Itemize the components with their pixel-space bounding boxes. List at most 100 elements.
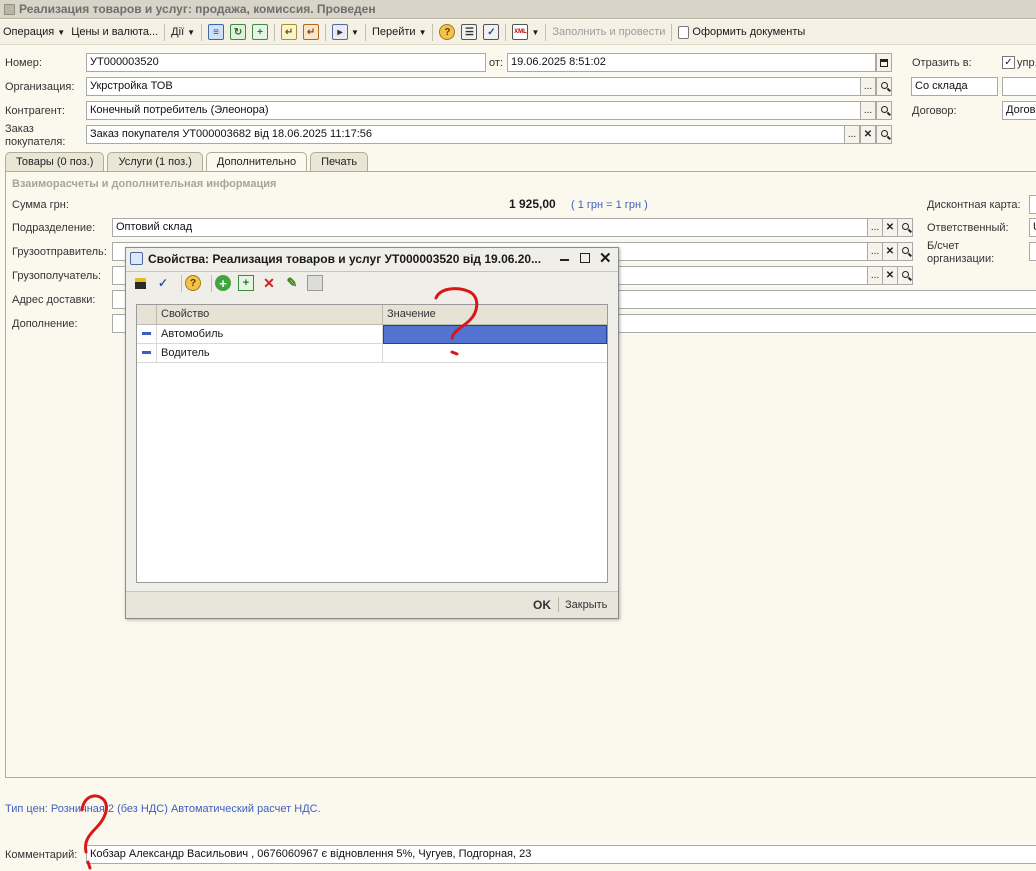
tab-services[interactable]: Услуги (1 поз.) xyxy=(107,152,203,171)
shipper-label: Грузоотправитель: xyxy=(12,246,107,258)
consignee-open-button[interactable] xyxy=(897,266,913,285)
magnifier-icon xyxy=(880,130,888,137)
addition-label: Дополнение: xyxy=(12,318,78,330)
save-icon[interactable] xyxy=(132,275,148,291)
toolbar-separator xyxy=(505,23,507,41)
dialog-title: Свойства: Реализация товаров и услуг УТ0… xyxy=(148,252,542,266)
table-row-property[interactable]: Автомобиль xyxy=(157,325,383,344)
copy-icon[interactable]: + xyxy=(252,24,269,40)
dept-clear-button[interactable]: ✕ xyxy=(882,218,898,237)
structure-icon[interactable]: ☰ xyxy=(461,24,478,40)
sum-label: Сумма грн: xyxy=(12,199,69,211)
goto-menu[interactable]: Перейти ▼ xyxy=(369,21,430,44)
shipper-select-button[interactable]: ... xyxy=(867,242,883,261)
post-document-icon[interactable]: ↵ xyxy=(281,24,298,40)
close-icon[interactable]: ✕ xyxy=(599,249,612,267)
calendar-icon xyxy=(880,58,888,67)
order-label-line2: покупателя: xyxy=(5,136,66,148)
operation-menu[interactable]: Операция ▼ xyxy=(0,21,68,44)
refresh-icon[interactable]: ↻ xyxy=(230,24,247,40)
contract-input[interactable]: Догов xyxy=(1002,101,1036,120)
window-title: Реализация товаров и услуг: продажа, ком… xyxy=(19,2,376,16)
order-open-button[interactable] xyxy=(876,125,892,144)
chevron-down-icon: ▼ xyxy=(57,27,66,37)
order-select-button[interactable]: ... xyxy=(844,125,860,144)
dept-input[interactable]: Оптовий склад xyxy=(112,218,868,237)
warehouse-detail-input[interactable] xyxy=(1002,77,1036,96)
based-on-icon[interactable]: ▸ xyxy=(332,24,349,40)
make-docs-button[interactable]: Оформить документы xyxy=(692,21,808,44)
dept-open-button[interactable] xyxy=(897,218,913,237)
actions-menu-label: Дії xyxy=(171,25,185,38)
reflect-upr-label: упр. xyxy=(1017,57,1036,69)
discount-card-input[interactable] xyxy=(1029,195,1036,214)
edit-icon[interactable]: ✎ xyxy=(284,275,300,291)
address-label: Адрес доставки: xyxy=(12,294,96,306)
date-input[interactable]: 19.06.2025 8:51:02 xyxy=(507,53,876,72)
table-row-value[interactable] xyxy=(383,344,607,363)
shipper-clear-button[interactable]: ✕ xyxy=(882,242,898,261)
shipper-open-button[interactable] xyxy=(897,242,913,261)
toolbar-separator xyxy=(432,23,434,41)
help-icon[interactable]: ? xyxy=(185,275,201,291)
contractor-select-button[interactable]: ... xyxy=(860,101,876,120)
price-type-link[interactable]: Тип цен: Розничная 2 (без НДС) Автоматич… xyxy=(5,803,321,815)
org-open-button[interactable] xyxy=(876,77,892,96)
consignee-select-button[interactable]: ... xyxy=(867,266,883,285)
table-row-property[interactable]: Водитель xyxy=(157,344,383,363)
document-list-icon[interactable]: ≡ xyxy=(208,24,225,40)
column-header-value[interactable]: Значение xyxy=(383,305,607,325)
ok-button[interactable]: OK xyxy=(533,598,551,612)
copy-icon[interactable]: + xyxy=(238,275,254,291)
table-row-value-selected[interactable] xyxy=(383,325,607,344)
checkbox-icon[interactable]: ✓ xyxy=(1002,56,1015,69)
delete-icon[interactable]: ✕ xyxy=(261,275,277,291)
order-clear-button[interactable]: ✕ xyxy=(860,125,876,144)
dialog-footer: OK Закрыть xyxy=(126,591,618,618)
table-settings-icon[interactable] xyxy=(307,275,323,291)
maximize-icon[interactable] xyxy=(580,253,590,263)
chevron-down-icon: ▼ xyxy=(418,27,427,37)
help-circle-icon[interactable]: ? xyxy=(439,24,456,40)
checklist-icon[interactable]: ✓ xyxy=(483,24,500,40)
order-input[interactable]: Заказ покупателя УТ000003682 від 18.06.2… xyxy=(86,125,845,144)
actions-menu[interactable]: Дії ▼ xyxy=(168,21,198,44)
org-input[interactable]: Укрстройка ТОВ xyxy=(86,77,861,96)
clear-icon: ✕ xyxy=(863,129,873,140)
dialog-title-bar: Свойства: Реализация товаров и услуг УТ0… xyxy=(126,248,618,270)
chevron-down-icon: ▼ xyxy=(351,27,359,37)
number-input[interactable]: УТ000003520 xyxy=(86,53,486,72)
clear-icon: ✕ xyxy=(885,222,895,233)
sum-value: 1 925,00 xyxy=(509,197,556,211)
add-icon[interactable]: + xyxy=(215,275,231,291)
toolbar-separator xyxy=(545,23,547,41)
consignee-label: Грузополучатель: xyxy=(12,270,102,282)
close-button[interactable]: Закрыть xyxy=(565,599,607,611)
tab-goods[interactable]: Товары (0 поз.) xyxy=(5,152,105,171)
comment-input[interactable]: Кобзар Александр Васильович , 0676060967… xyxy=(86,845,1036,864)
responsible-input[interactable]: U xyxy=(1029,218,1036,237)
reflect-label: Отразить в: xyxy=(912,57,972,69)
calendar-button[interactable] xyxy=(876,53,892,72)
contractor-input[interactable]: Конечный потребитель (Элеонора) xyxy=(86,101,861,120)
minimize-icon[interactable] xyxy=(560,259,569,261)
org-select-button[interactable]: ... xyxy=(860,77,876,96)
column-header-property[interactable]: Свойство xyxy=(157,305,383,325)
account-input[interactable] xyxy=(1029,242,1036,261)
unpost-document-icon[interactable]: ↵ xyxy=(303,24,320,40)
window-title-bar: Реализация товаров и услуг: продажа, ком… xyxy=(0,0,1036,19)
warehouse-input[interactable]: Со склада xyxy=(911,77,998,96)
grid-header-marker xyxy=(137,305,157,325)
contractor-open-button[interactable] xyxy=(876,101,892,120)
number-label: Номер: xyxy=(5,57,42,69)
tab-additional[interactable]: Дополнительно xyxy=(205,152,308,172)
fill-and-post-button[interactable]: Заполнить и провести xyxy=(549,21,668,44)
account-label-line2: организации: xyxy=(927,253,995,265)
xml-icon[interactable]: XML xyxy=(512,24,529,40)
prices-button[interactable]: Цены и валюта... xyxy=(68,21,161,44)
checkmark-icon[interactable]: ✓ xyxy=(155,275,171,291)
tab-print[interactable]: Печать xyxy=(310,152,369,171)
dept-select-button[interactable]: ... xyxy=(867,218,883,237)
currency-rate-link[interactable]: ( 1 грн = 1 грн ) xyxy=(571,199,648,211)
consignee-clear-button[interactable]: ✕ xyxy=(882,266,898,285)
